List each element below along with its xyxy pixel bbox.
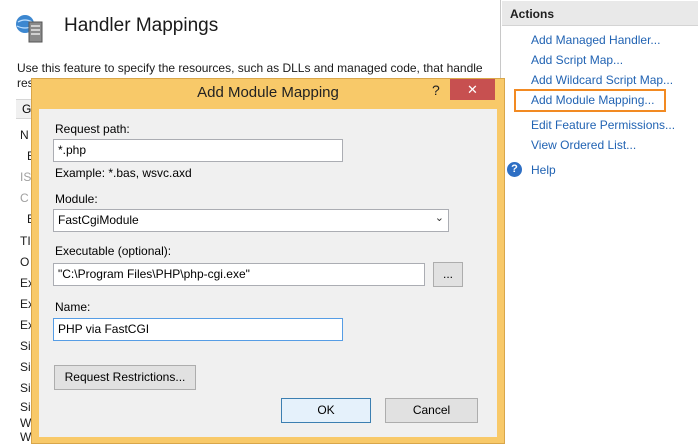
dialog-titlebar[interactable]: Add Module Mapping ? ✕ [32, 79, 504, 109]
help-link[interactable]: Help [531, 163, 556, 177]
edit-feature-permissions-link[interactable]: Edit Feature Permissions... [531, 118, 675, 132]
request-path-input[interactable]: *.php [53, 139, 343, 162]
chevron-down-icon: ⌄ [434, 212, 444, 224]
name-label: Name: [55, 300, 91, 314]
highlight-box [514, 89, 666, 112]
list-item[interactable]: Si [20, 400, 31, 414]
list-item[interactable]: Si [20, 381, 31, 395]
request-path-example: Example: *.bas, wsvc.axd [55, 166, 192, 180]
server-globe-icon [16, 15, 43, 43]
browse-button[interactable]: ... [433, 262, 463, 287]
actions-header-label: Actions [510, 7, 555, 21]
request-path-label: Request path: [55, 122, 130, 136]
name-input[interactable]: PHP via FastCGI [53, 318, 343, 341]
help-button[interactable]: ? [432, 82, 440, 98]
column-header-label: G [22, 102, 32, 116]
request-restrictions-button[interactable]: Request Restrictions... [54, 365, 196, 390]
list-item[interactable]: N [20, 128, 29, 142]
help-icon[interactable]: ? [507, 162, 522, 177]
list-item[interactable]: C [20, 191, 29, 205]
close-icon: ✕ [467, 82, 478, 97]
add-module-mapping-dialog: Add Module Mapping ? ✕ Request path: *.p… [31, 78, 505, 444]
module-select-value: FastCgiModule [58, 213, 139, 227]
list-item[interactable]: O [20, 255, 29, 269]
actions-pane: Actions Add Managed Handler... Add Scrip… [501, 0, 699, 444]
executable-label: Executable (optional): [55, 244, 172, 258]
dialog-body: Request path: *.php Example: *.bas, wsvc… [39, 109, 497, 437]
cancel-button[interactable]: Cancel [385, 398, 478, 423]
module-select[interactable]: FastCgiModule ⌄ [53, 209, 449, 232]
module-label: Module: [55, 192, 98, 206]
add-wildcard-script-map-link[interactable]: Add Wildcard Script Map... [531, 73, 673, 87]
view-ordered-list-link[interactable]: View Ordered List... [531, 138, 636, 152]
ok-button[interactable]: OK [281, 398, 371, 423]
list-item[interactable]: Si [20, 339, 31, 353]
page-description: Use this feature to specify the resource… [17, 61, 483, 75]
actions-header: Actions [502, 1, 698, 26]
list-item[interactable]: W [20, 416, 31, 430]
list-item[interactable]: IS [20, 170, 31, 184]
list-item[interactable]: W [20, 430, 31, 444]
add-managed-handler-link[interactable]: Add Managed Handler... [531, 33, 660, 47]
list-item[interactable]: Si [20, 360, 31, 374]
add-script-map-link[interactable]: Add Script Map... [531, 53, 623, 67]
list-item[interactable]: TI [20, 234, 31, 248]
page-title: Handler Mappings [64, 15, 219, 36]
executable-input[interactable]: "C:\Program Files\PHP\php-cgi.exe" [53, 263, 425, 286]
close-button[interactable]: ✕ [450, 79, 495, 100]
